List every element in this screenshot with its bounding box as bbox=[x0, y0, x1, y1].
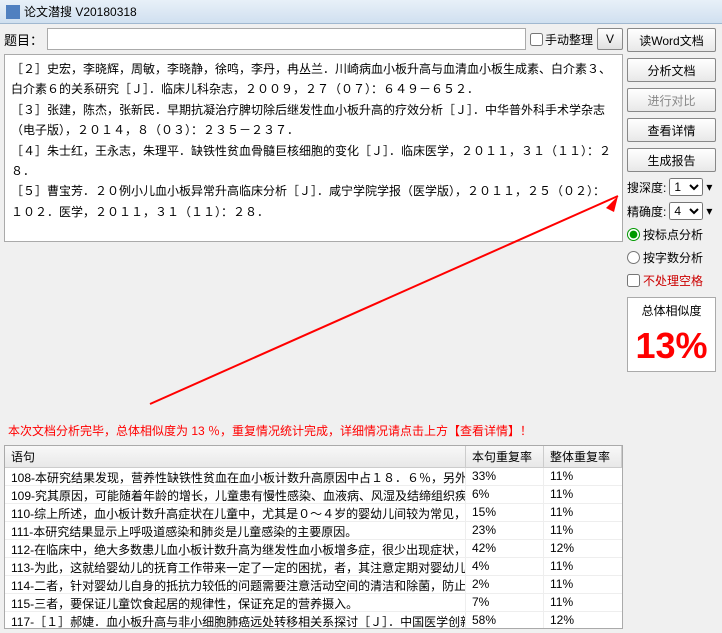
depth-label: 搜深度: bbox=[627, 179, 666, 196]
compare-button: 进行对比 bbox=[627, 88, 716, 112]
similarity-title: 总体相似度 bbox=[632, 302, 711, 319]
table-row[interactable]: 117-［１］郝婕．血小板升高与非小细胞肺癌远处转移相关系探讨［Ｊ］．中国医学创… bbox=[5, 612, 622, 629]
ref-line: ［５］曹宝芳．２０例小儿血小板异常升高临床分析［Ｊ］．咸宁学院学报（医学版），２… bbox=[11, 181, 616, 222]
window-title: 论文潜搜 V20180318 bbox=[24, 3, 716, 20]
ref-line: ［２］史宏，李晓辉，周敏，李晓静，徐鸣，李丹，冉丛兰．川崎病血小板升高与血清血小… bbox=[11, 59, 616, 100]
cell-overall-rate: 11% bbox=[544, 558, 622, 575]
cell-overall-rate: 11% bbox=[544, 486, 622, 503]
status-message: 本次文档分析完毕，总体相似度为 13 ％，重复情况统计完成，详细情况请点击上方【… bbox=[4, 420, 623, 441]
similarity-box: 总体相似度 13% bbox=[627, 297, 716, 372]
radio-punct[interactable]: 按标点分析 bbox=[627, 226, 716, 243]
cell-sentence: 114-二者，针对婴幼儿自身的抵抗力较低的问题需要注意活动空间的清洁和除菌，防止… bbox=[5, 576, 466, 593]
similarity-value: 13% bbox=[632, 325, 711, 367]
cell-overall-rate: 12% bbox=[544, 612, 622, 629]
results-table: 语句 本句重复率 整体重复率 108-本研究结果发现，营养性缺铁性贫血在血小板计… bbox=[4, 445, 623, 629]
chk-space[interactable]: 不处理空格 bbox=[627, 272, 716, 289]
references-box: ［２］史宏，李晓辉，周敏，李晓静，徐鸣，李丹，冉丛兰．川崎病血小板升高与血清血小… bbox=[4, 54, 623, 242]
cell-sentence: 115-三者，要保证儿童饮食起居的规律性，保证充足的营养摄入。 bbox=[5, 594, 466, 611]
accuracy-select[interactable]: 4 bbox=[669, 202, 703, 220]
ref-line: ［４］朱士红，王永志，朱理平．缺铁性贫血骨髓巨核细胞的变化［Ｊ］．临床医学，２０… bbox=[11, 141, 616, 182]
table-row[interactable]: 109-究其原因，可能随着年龄的增长，儿童患有慢性感染、血液病、风湿及结缔组织疾… bbox=[5, 486, 622, 504]
col-overall-rate[interactable]: 整体重复率 bbox=[544, 446, 622, 467]
cell-sentence: 109-究其原因，可能随着年龄的增长，儿童患有慢性感染、血液病、风湿及结缔组织疾… bbox=[5, 486, 466, 503]
cell-overall-rate: 11% bbox=[544, 594, 622, 611]
table-row[interactable]: 110-综上所述，血小板计数升高症状在儿童中，尤其是０～４岁的婴幼儿间较为常见，… bbox=[5, 504, 622, 522]
table-row[interactable]: 108-本研究结果发现，营养性缺铁性贫血在血小板计数升高原因中占１８．６％，另外… bbox=[5, 468, 622, 486]
cell-sentence: 117-［１］郝婕．血小板升高与非小细胞肺癌远处转移相关系探讨［Ｊ］．中国医学创… bbox=[5, 612, 466, 629]
table-row[interactable]: 113-为此，这就给婴幼儿的抚育工作带来一定了一定的困扰，者，其注意定期对婴幼儿… bbox=[5, 558, 622, 576]
cell-sentence: 113-为此，这就给婴幼儿的抚育工作带来一定了一定的困扰，者，其注意定期对婴幼儿… bbox=[5, 558, 466, 575]
title-label: 题目： bbox=[4, 30, 43, 49]
col-sentence-rate[interactable]: 本句重复率 bbox=[466, 446, 544, 467]
accuracy-label: 精确度: bbox=[627, 203, 666, 220]
cell-sentence-rate: 15% bbox=[466, 504, 544, 521]
analyze-button[interactable]: 分析文档 bbox=[627, 58, 716, 82]
depth-select[interactable]: 1 bbox=[669, 178, 703, 196]
v-button[interactable]: V bbox=[597, 28, 623, 50]
read-word-button[interactable]: 读Word文档 bbox=[627, 28, 716, 52]
app-icon bbox=[6, 5, 20, 19]
cell-overall-rate: 11% bbox=[544, 468, 622, 485]
manual-checkbox[interactable]: 手动整理 bbox=[530, 31, 593, 48]
cell-sentence-rate: 6% bbox=[466, 486, 544, 503]
title-input[interactable] bbox=[47, 28, 526, 50]
cell-sentence-rate: 23% bbox=[466, 522, 544, 539]
radio-words[interactable]: 按字数分析 bbox=[627, 249, 716, 266]
report-button[interactable]: 生成报告 bbox=[627, 148, 716, 172]
cell-overall-rate: 11% bbox=[544, 504, 622, 521]
cell-overall-rate: 11% bbox=[544, 522, 622, 539]
table-row[interactable]: 111-本研究结果显示上呼吸道感染和肺炎是儿童感染的主要原因。23%11% bbox=[5, 522, 622, 540]
cell-sentence-rate: 33% bbox=[466, 468, 544, 485]
table-row[interactable]: 115-三者，要保证儿童饮食起居的规律性，保证充足的营养摄入。7%11% bbox=[5, 594, 622, 612]
details-button[interactable]: 查看详情 bbox=[627, 118, 716, 142]
cell-overall-rate: 11% bbox=[544, 576, 622, 593]
dropdown-icon: ▾ bbox=[706, 204, 712, 218]
cell-overall-rate: 12% bbox=[544, 540, 622, 557]
col-sentence[interactable]: 语句 bbox=[5, 446, 466, 467]
cell-sentence-rate: 4% bbox=[466, 558, 544, 575]
dropdown-icon: ▾ bbox=[706, 180, 712, 194]
cell-sentence: 112-在临床中，绝大多数患儿血小板计数升高为继发性血小板增多症，很少出现症状，… bbox=[5, 540, 466, 557]
cell-sentence: 108-本研究结果发现，营养性缺铁性贫血在血小板计数升高原因中占１８．６％，另外… bbox=[5, 468, 466, 485]
cell-sentence-rate: 2% bbox=[466, 576, 544, 593]
ref-line: ［３］张建，陈杰，张新民．早期抗凝治疗脾切除后继发性血小板升高的疗效分析［Ｊ］．… bbox=[11, 100, 616, 141]
cell-sentence-rate: 58% bbox=[466, 612, 544, 629]
cell-sentence-rate: 7% bbox=[466, 594, 544, 611]
table-row[interactable]: 114-二者，针对婴幼儿自身的抵抗力较低的问题需要注意活动空间的清洁和除菌，防止… bbox=[5, 576, 622, 594]
cell-sentence: 110-综上所述，血小板计数升高症状在儿童中，尤其是０～４岁的婴幼儿间较为常见，… bbox=[5, 504, 466, 521]
cell-sentence: 111-本研究结果显示上呼吸道感染和肺炎是儿童感染的主要原因。 bbox=[5, 522, 466, 539]
table-row[interactable]: 112-在临床中，绝大多数患儿血小板计数升高为继发性血小板增多症，很少出现症状，… bbox=[5, 540, 622, 558]
cell-sentence-rate: 42% bbox=[466, 540, 544, 557]
